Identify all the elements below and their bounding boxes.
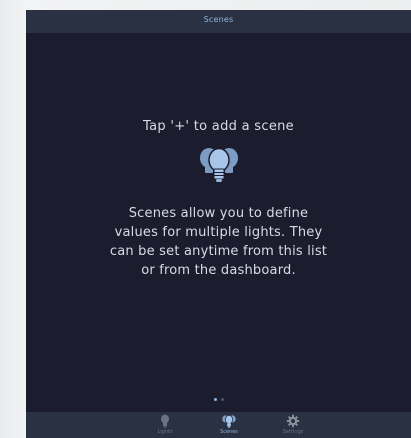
tab-scenes-label: Scenes <box>220 429 238 435</box>
gear-icon <box>263 414 323 428</box>
empty-state: Tap '+' to add a scene Scenes allow you … <box>26 118 411 280</box>
empty-state-description: Scenes allow you to define values for mu… <box>109 206 328 278</box>
tab-settings[interactable]: Settings <box>263 412 323 438</box>
tab-lights-label: Lights <box>157 429 173 435</box>
navigation-bar: Scenes <box>26 10 411 33</box>
light-bulbs-icon <box>199 414 259 428</box>
empty-state-heading: Tap '+' to add a scene <box>143 119 294 134</box>
app-window: Scenes Tap '+' to add a scene Scenes all… <box>26 10 411 438</box>
page-dot[interactable] <box>220 398 224 401</box>
tab-settings-label: Settings <box>282 429 304 435</box>
tab-scenes[interactable]: Scenes <box>199 412 259 438</box>
page-title: Scenes <box>203 15 234 24</box>
light-bulbs-icon <box>196 143 242 189</box>
page-indicator[interactable] <box>26 398 411 401</box>
light-bulb-icon <box>135 414 195 428</box>
tab-bar: Lights Scenes Settings <box>26 412 411 438</box>
tab-lights[interactable]: Lights <box>135 412 195 438</box>
page-dot-active[interactable] <box>213 398 217 401</box>
